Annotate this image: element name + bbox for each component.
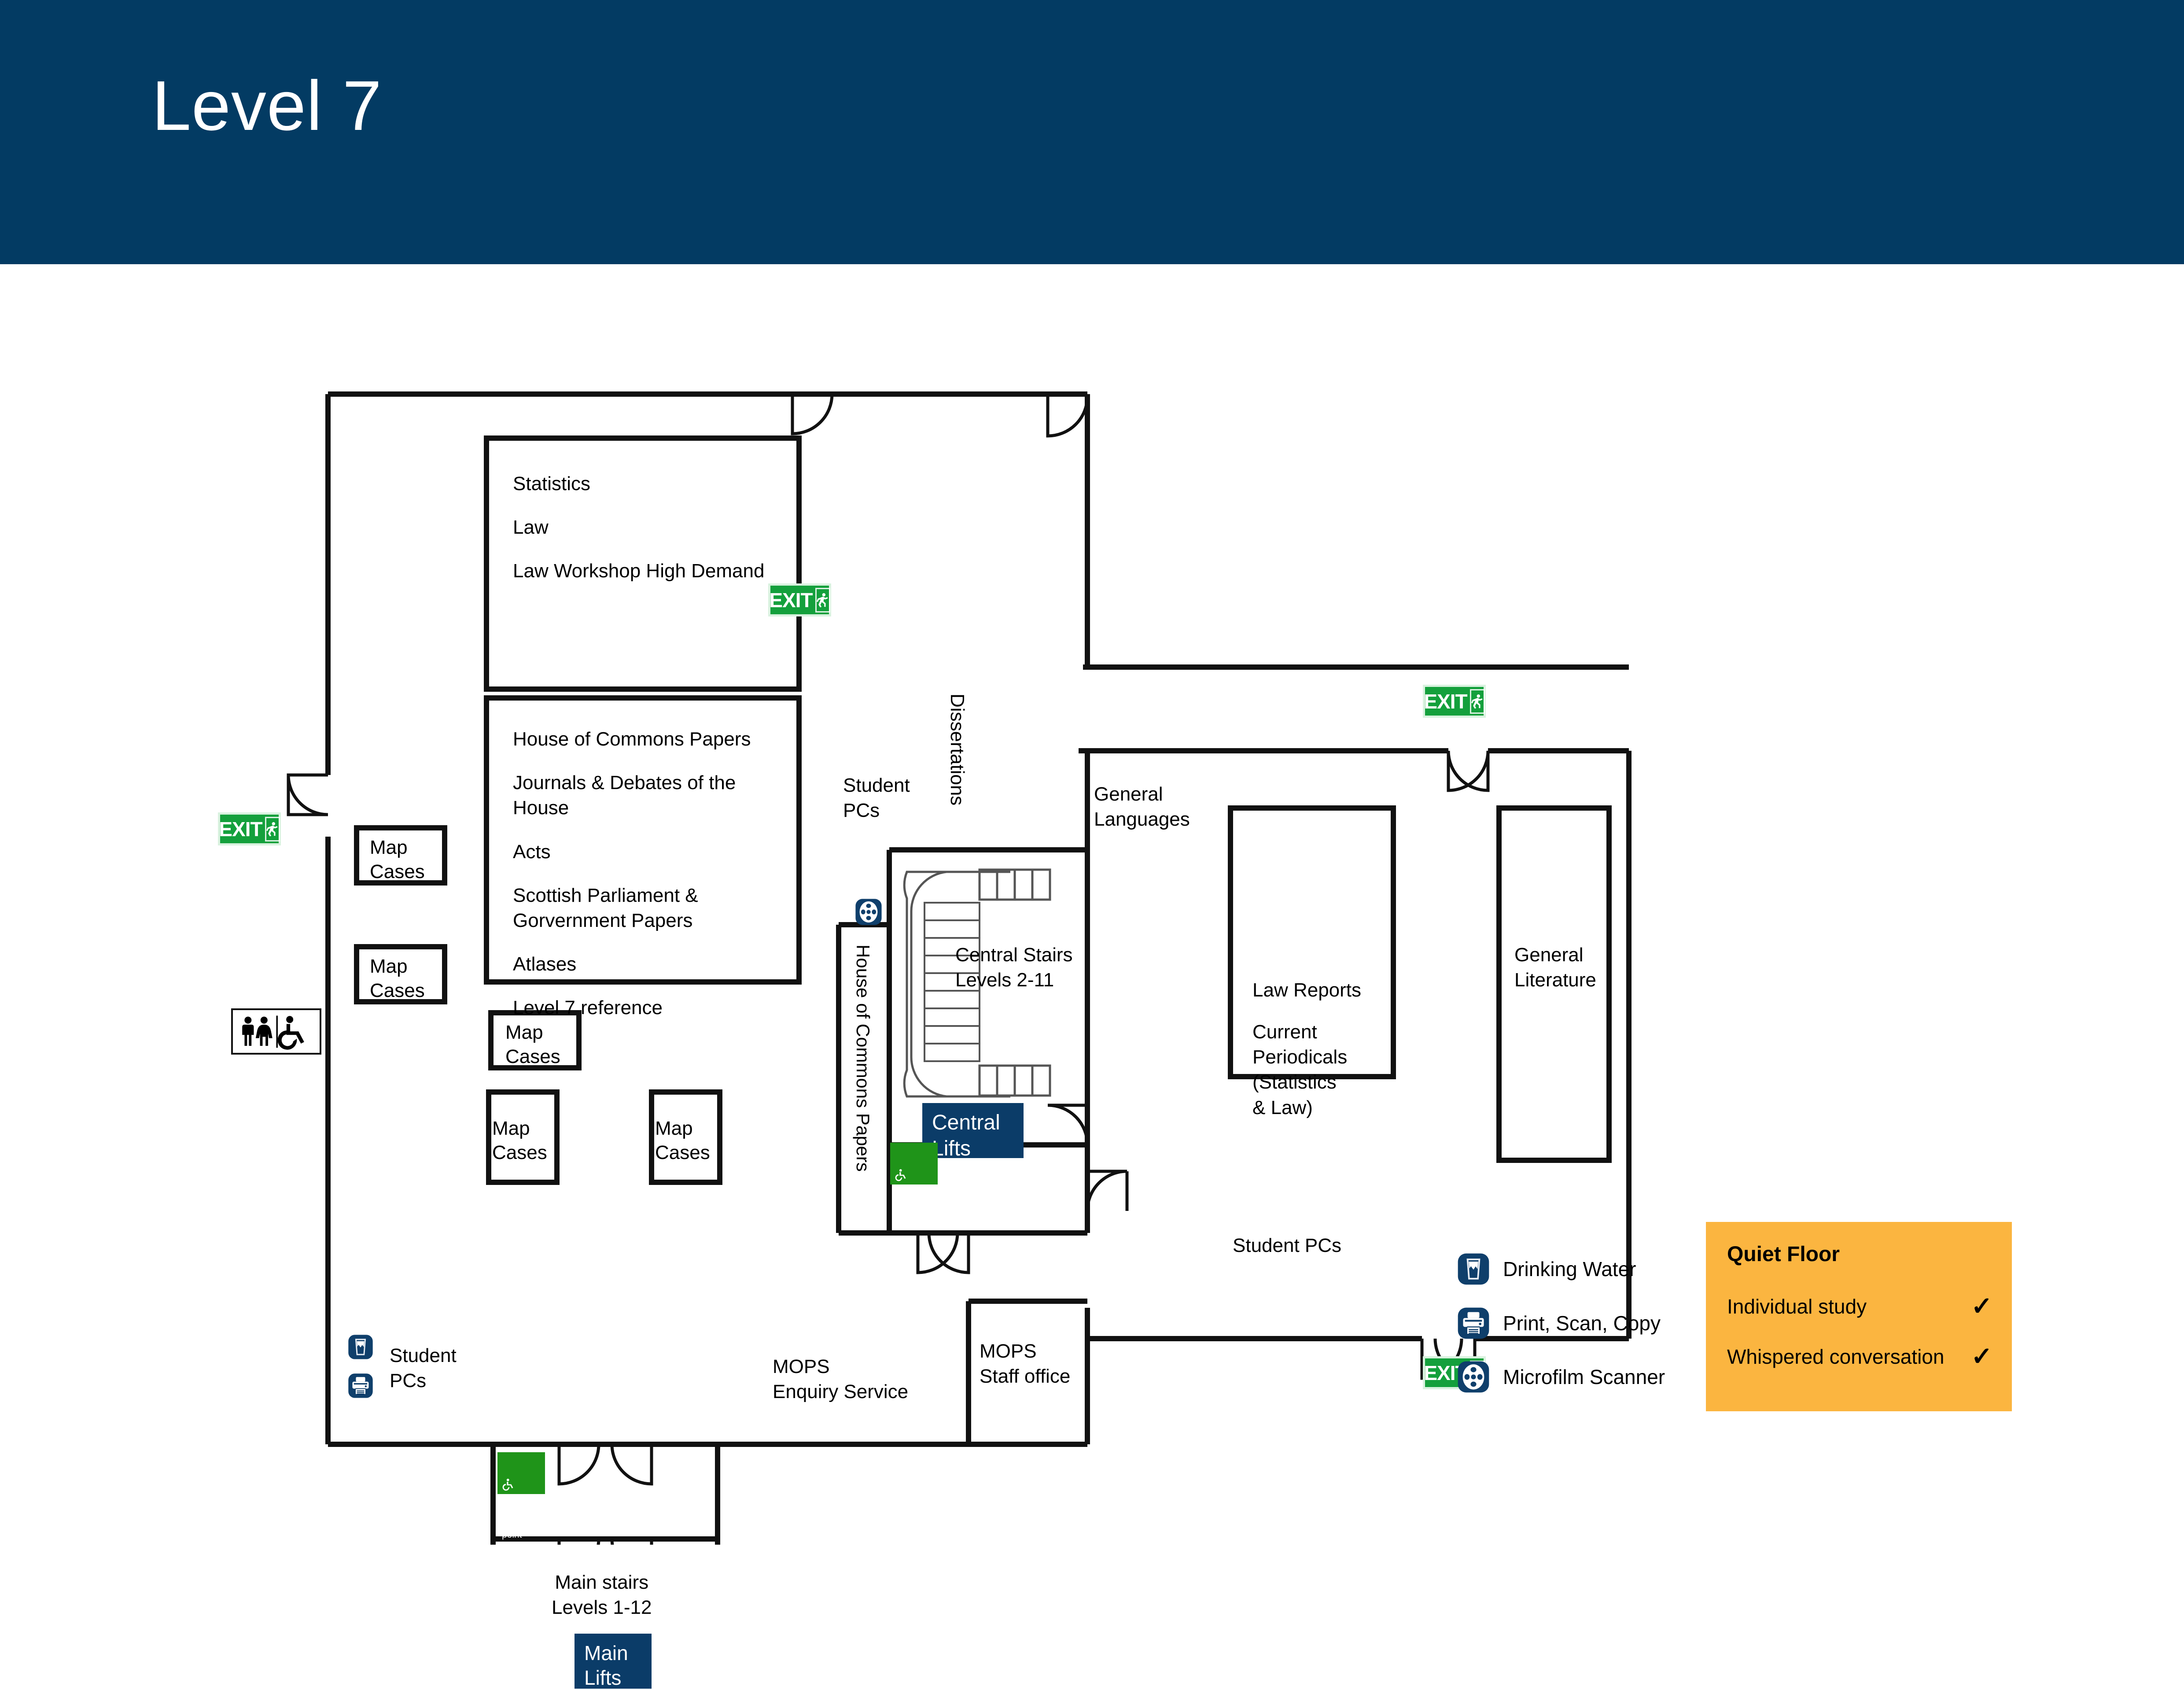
quiet-floor-row-label: Individual study <box>1727 1295 1867 1318</box>
quiet-floor-panel: Quiet Floor Individual study ✓ Whispered… <box>1706 1222 2012 1411</box>
floor-plan: Statistics Law Law Workshop High Demand … <box>0 264 2184 1689</box>
check-icon: ✓ <box>1971 1292 1992 1321</box>
collections-box-bottom-text: House of Commons Papers Journals & Debat… <box>513 727 751 1021</box>
quiet-floor-row-individual-study: Individual study ✓ <box>1727 1294 1992 1319</box>
label-dissertations: Dissertations <box>947 694 968 806</box>
label-law-reports: Law Reports <box>1252 979 1362 1001</box>
collection-line: Scottish Parliament & Gorvernment Papers <box>513 884 698 931</box>
exit-label: EXIT <box>1424 690 1467 713</box>
legend-item-print-scan-copy: Print, Scan, Copy <box>1457 1307 1661 1339</box>
label-current-periodicals: Current Periodicals (Statistics & Law) <box>1252 1021 1348 1118</box>
collection-line: Law Workshop High Demand <box>513 560 765 582</box>
label-student-pcs-right: Student PCs <box>1233 1235 1342 1256</box>
collections-box-top-text: Statistics Law Law Workshop High Demand <box>513 471 764 584</box>
map-cases-label: Map Cases <box>370 956 425 1002</box>
collection-line: Level 7 reference <box>513 997 663 1019</box>
label-general-languages: General Languages <box>1094 783 1190 830</box>
quiet-floor-title: Quiet Floor <box>1727 1243 1840 1266</box>
legend-item-microfilm-scanner: Microfilm Scanner <box>1457 1361 1665 1393</box>
drinking-water-icon <box>348 1334 373 1362</box>
exit-sign: EXIT <box>218 812 281 845</box>
collection-line: House of Commons Papers <box>513 728 751 750</box>
emergency-refuge-label: Emergency refuge point <box>502 1507 549 1540</box>
page-title: Level 7 <box>152 66 382 145</box>
legend-label: Drinking Water <box>1503 1258 1636 1280</box>
label-central-stairs: Central Stairs Levels 2-11 <box>955 944 1073 991</box>
label-main-stairs: Main stairs Levels 1-12 <box>552 1572 652 1619</box>
label-student-pcs-top: Student PCs <box>843 775 910 822</box>
header-band: Level 7 <box>0 0 2184 264</box>
collection-line: Law <box>513 517 549 539</box>
map-cases-label: Map Cases <box>505 1022 560 1068</box>
exit-sign: EXIT <box>1423 685 1486 718</box>
collection-line: Journals & Debates of the House <box>513 772 736 819</box>
quiet-floor-row-label: Whispered conversation <box>1727 1345 1945 1368</box>
collection-line: Acts <box>513 841 551 863</box>
legend-label: Print, Scan, Copy <box>1503 1312 1661 1335</box>
microfilm-scanner-icon <box>855 898 882 928</box>
divider <box>276 1015 278 1048</box>
map-cases-label: Map Cases <box>655 1118 710 1164</box>
collection-line: Statistics <box>513 473 591 494</box>
check-icon: ✓ <box>1971 1342 1992 1371</box>
emergency-refuge-sign: Emergency refuge point <box>890 1143 941 1230</box>
legend-item-drinking-water: Drinking Water <box>1457 1253 1636 1285</box>
microfilm-scanner-icon <box>1457 1361 1490 1393</box>
emergency-refuge-sign: Emergency refuge point <box>497 1452 549 1540</box>
collection-line: Atlases <box>513 953 577 975</box>
wheelchair-icon <box>277 1015 304 1050</box>
drinking-water-icon <box>1457 1253 1490 1285</box>
running-person-icon <box>815 587 830 613</box>
wheelchair-icon <box>502 1467 545 1494</box>
label-student-pcs-left: Student PCs <box>390 1345 457 1392</box>
map-cases-label: Map Cases <box>492 1118 547 1164</box>
printer-icon <box>348 1373 373 1401</box>
legend-label: Microfilm Scanner <box>1503 1365 1665 1388</box>
label-mops-enquiry-service: MOPS Enquiry Service <box>773 1356 909 1403</box>
running-person-icon <box>265 816 280 841</box>
quiet-floor-row-whispered-conversation: Whispered conversation ✓ <box>1727 1344 1992 1369</box>
label-general-literature: General Literature <box>1514 944 1596 991</box>
toilets-sign <box>231 1008 321 1055</box>
map-cases-label: Map Cases <box>370 837 425 883</box>
main-lifts-plate: Main Lifts <box>575 1634 652 1689</box>
female-icon <box>255 1016 273 1046</box>
male-icon <box>242 1016 254 1046</box>
label-mops-staff-office: MOPS Staff office <box>980 1340 1071 1387</box>
exit-sign: EXIT <box>768 583 831 616</box>
running-person-icon <box>1470 689 1485 714</box>
exit-label: EXIT <box>219 817 262 841</box>
wheelchair-icon <box>895 1158 938 1185</box>
label-house-of-commons-papers-vertical: House of Commons Papers <box>853 945 873 1172</box>
emergency-refuge-label: Emergency refuge point <box>895 1197 942 1230</box>
exit-label: EXIT <box>769 588 813 612</box>
printer-icon <box>1457 1307 1490 1339</box>
